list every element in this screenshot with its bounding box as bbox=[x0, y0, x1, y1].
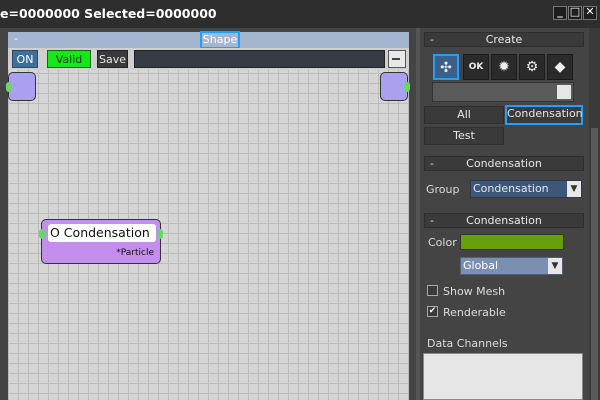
condensation-button[interactable]: Condensation bbox=[505, 105, 583, 125]
port-connector-icon[interactable] bbox=[6, 82, 12, 92]
properties-panel-header[interactable]: - Condensation bbox=[424, 213, 584, 228]
minus-icon bbox=[392, 58, 400, 60]
all-button[interactable]: All bbox=[424, 106, 504, 124]
mode-select[interactable]: Global ▼ bbox=[460, 257, 563, 275]
data-channels-label: Data Channels bbox=[427, 337, 508, 350]
chevron-down-icon[interactable]: ▼ bbox=[548, 258, 562, 274]
window-title: e=0000000 Selected=0000000 bbox=[0, 6, 217, 21]
port-connector-icon[interactable] bbox=[404, 82, 410, 92]
shape-panel-title: Shape bbox=[200, 31, 240, 49]
save-button[interactable]: Save bbox=[97, 50, 128, 68]
node-input-connector-icon[interactable] bbox=[39, 229, 45, 239]
group-label: Group bbox=[426, 183, 460, 196]
color-label: Color bbox=[428, 236, 457, 249]
renderable-label: Renderable bbox=[443, 306, 506, 319]
shape-name-field[interactable] bbox=[134, 50, 385, 68]
condensation-node[interactable]: O Condensation *Particle bbox=[39, 219, 163, 264]
color-swatch-small[interactable] bbox=[557, 85, 571, 99]
node-graph-canvas[interactable] bbox=[8, 33, 409, 400]
minimize-panel-button[interactable] bbox=[388, 50, 406, 68]
collapse-icon[interactable]: - bbox=[14, 32, 18, 45]
input-port-node[interactable] bbox=[6, 72, 36, 101]
particle-add-icon[interactable]: ✣ bbox=[433, 54, 459, 80]
valid-button[interactable]: Valid bbox=[47, 50, 91, 68]
data-channels-list[interactable] bbox=[423, 353, 583, 400]
create-panel-header[interactable]: - Create bbox=[424, 32, 584, 47]
maximize-button[interactable]: □ bbox=[568, 5, 582, 20]
node-name: O Condensation bbox=[48, 224, 156, 242]
shape-panel-header[interactable]: - Shape bbox=[8, 31, 409, 49]
ok-icon[interactable]: OK bbox=[463, 54, 489, 80]
color-swatch[interactable] bbox=[460, 234, 564, 250]
condensation-panel-header[interactable]: - Condensation bbox=[424, 156, 584, 171]
test-button[interactable]: Test bbox=[424, 127, 504, 145]
scrollbar-thumb[interactable] bbox=[591, 128, 598, 400]
on-button[interactable]: ON bbox=[12, 50, 38, 68]
collapse-icon[interactable]: - bbox=[430, 33, 434, 46]
gear-icon[interactable]: ✹ bbox=[491, 54, 517, 80]
shape-toolbar: ON Valid Save bbox=[8, 48, 409, 70]
group-select[interactable]: Condensation ▼ bbox=[470, 180, 582, 198]
collapse-icon[interactable]: - bbox=[430, 157, 434, 170]
show-mesh-checkbox[interactable] bbox=[427, 285, 438, 296]
group-select-value: Condensation bbox=[473, 182, 549, 195]
node-type: *Particle bbox=[116, 248, 154, 258]
right-scrollbar[interactable] bbox=[589, 28, 600, 400]
minimize-button[interactable]: _ bbox=[553, 5, 567, 20]
close-button[interactable]: ✕ bbox=[583, 5, 597, 20]
create-name-field[interactable] bbox=[432, 82, 574, 102]
properties-panel-title: Condensation bbox=[466, 214, 542, 227]
mode-select-value: Global bbox=[463, 259, 499, 272]
cube-icon[interactable]: ◆ bbox=[547, 54, 573, 80]
condensation-panel-title: Condensation bbox=[466, 157, 542, 170]
show-mesh-label: Show Mesh bbox=[443, 285, 506, 298]
output-port-node[interactable] bbox=[380, 72, 410, 101]
create-panel-title: Create bbox=[485, 33, 523, 46]
chevron-down-icon[interactable]: ▼ bbox=[567, 181, 581, 197]
window-titlebar: e=0000000 Selected=0000000 _ □ ✕ bbox=[0, 0, 600, 28]
renderable-checkbox[interactable]: ✔ bbox=[427, 306, 438, 317]
wrench-icon[interactable]: ⚙ bbox=[519, 54, 545, 80]
node-output-connector-icon[interactable] bbox=[157, 229, 163, 239]
collapse-icon[interactable]: - bbox=[430, 214, 434, 227]
